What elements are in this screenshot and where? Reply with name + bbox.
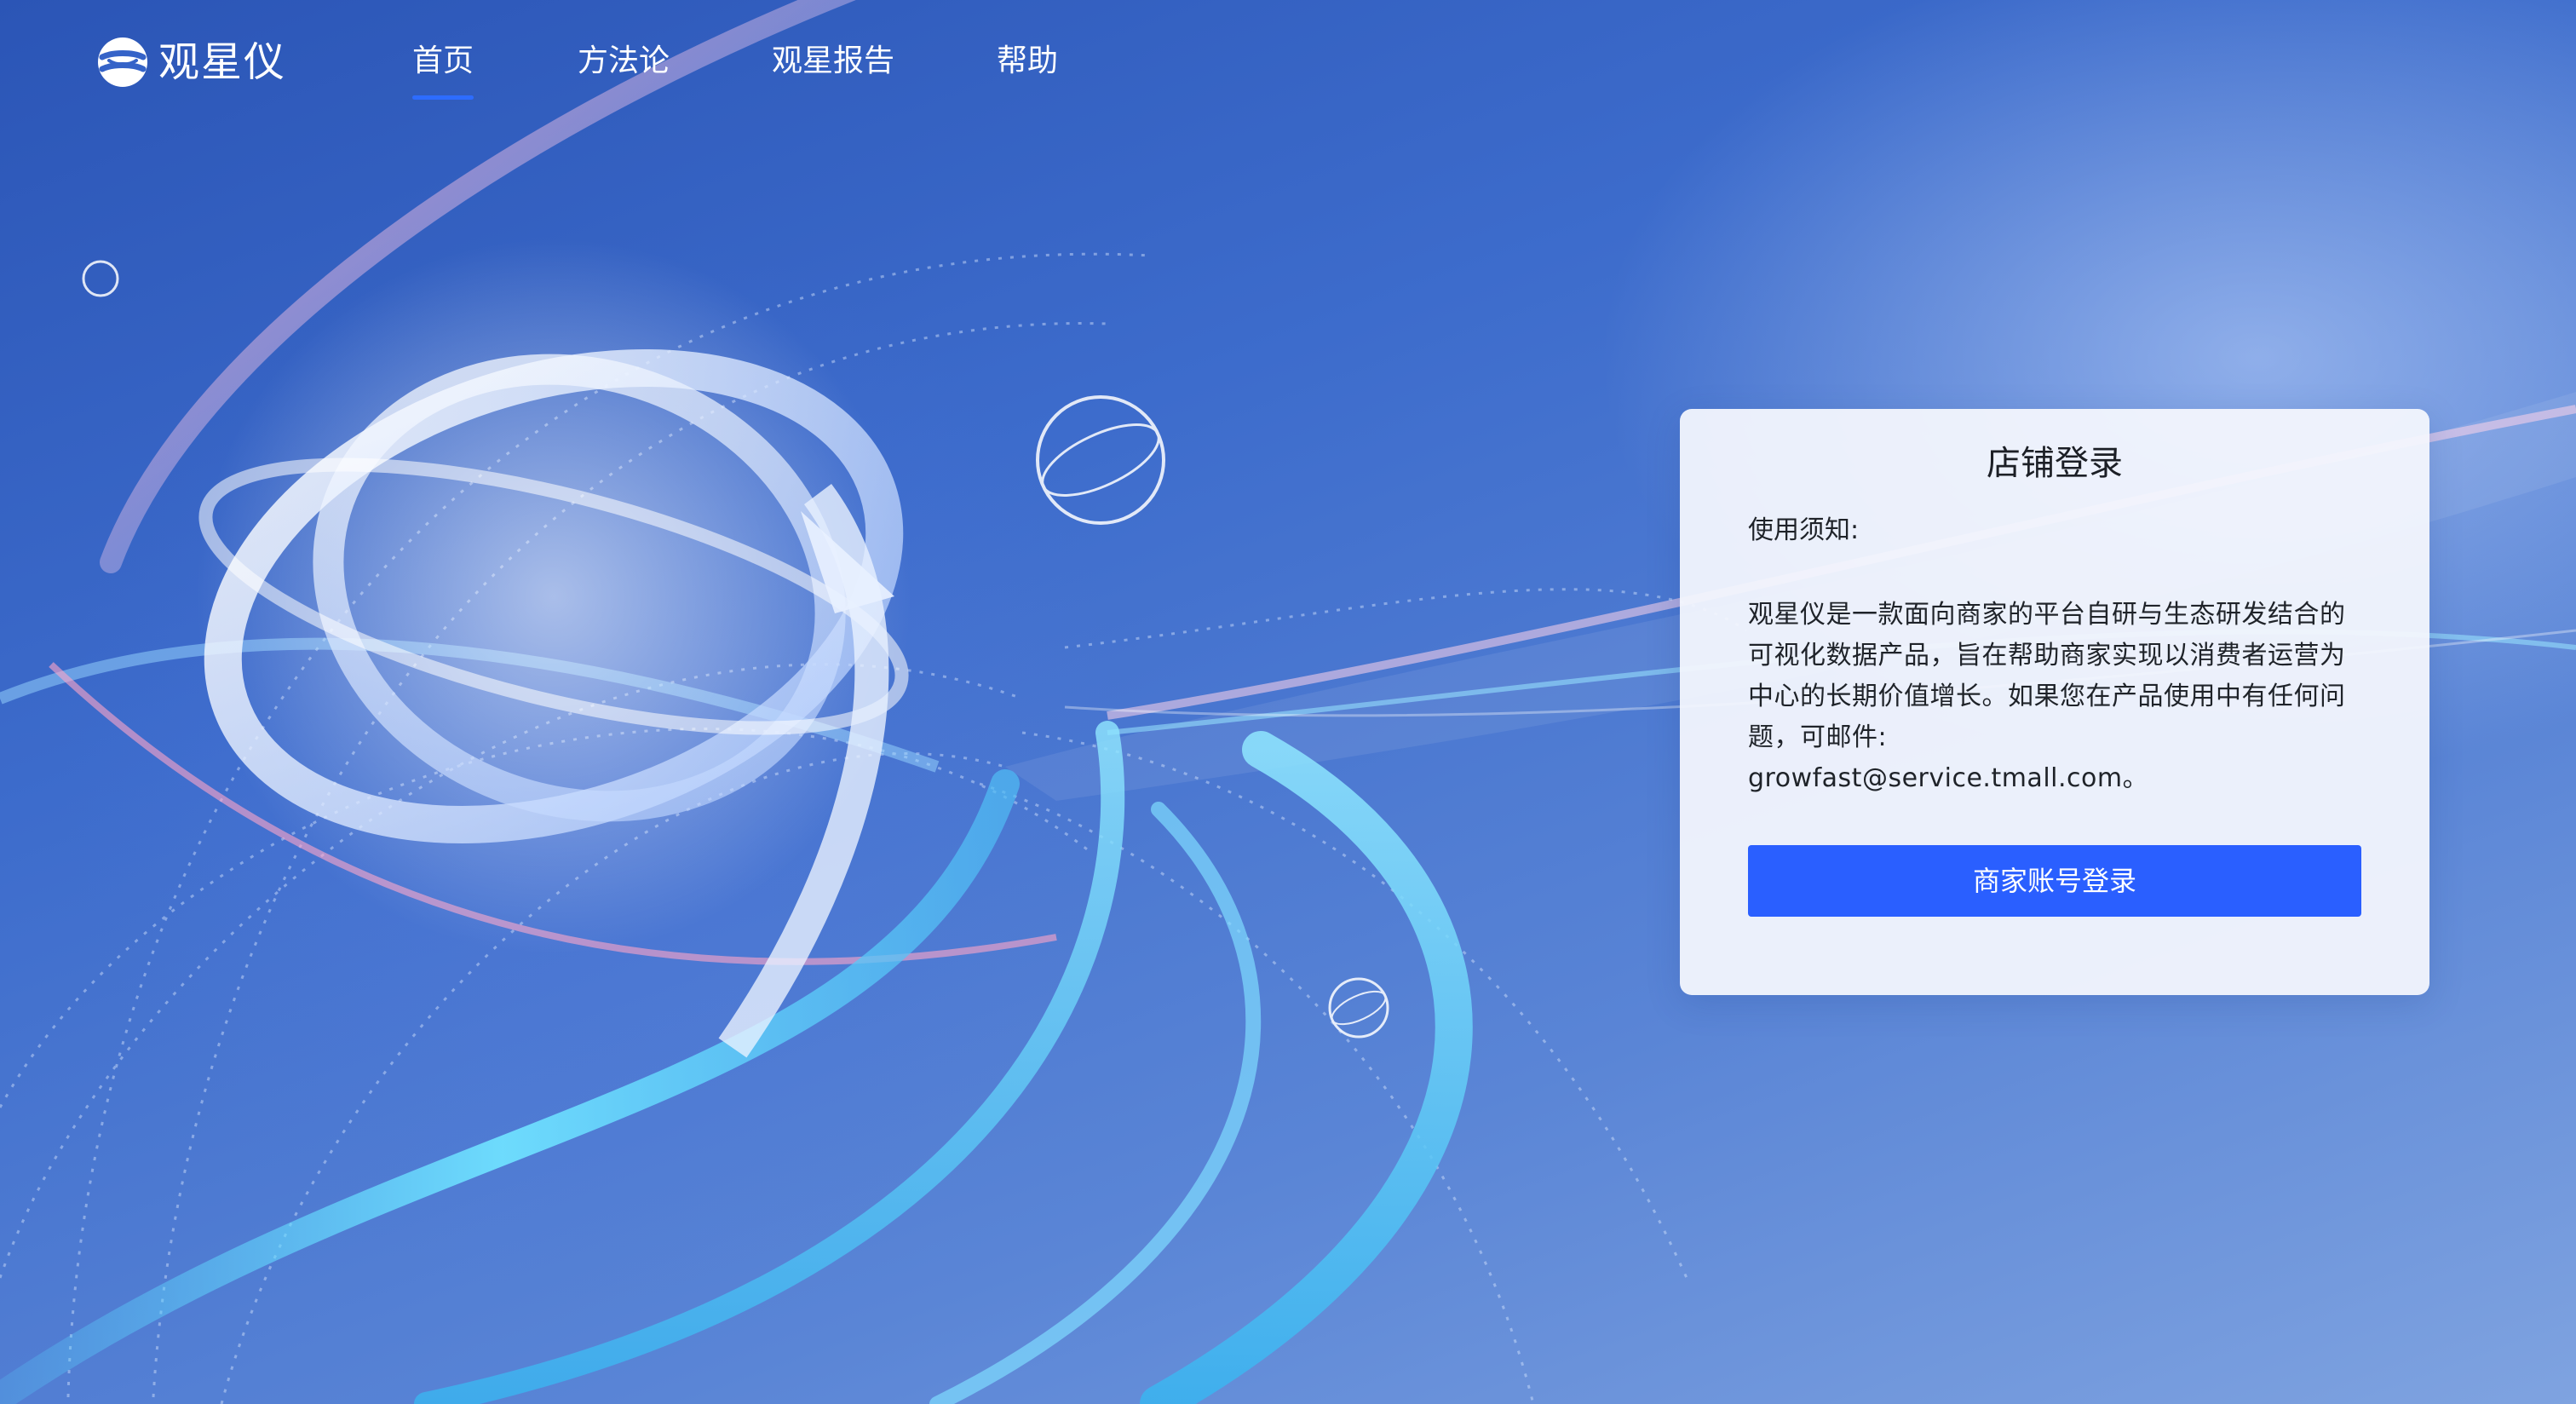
- card-title: 店铺登录: [1987, 444, 2123, 483]
- nav-item-label: 首页: [412, 43, 474, 78]
- nav-item-label: 方法论: [578, 43, 670, 78]
- nav-item-home[interactable]: 首页: [412, 34, 474, 102]
- description-text: 观星仪是一款面向商家的平台自研与生态研发结合的可视化数据产品，旨在帮助商家实现以…: [1748, 600, 2346, 752]
- product-description: 观星仪是一款面向商家的平台自研与生态研发结合的可视化数据产品，旨在帮助商家实现以…: [1748, 595, 2361, 799]
- top-navigation-bar: 观星仪 首页 方法论 观星报告 帮助: [0, 0, 2576, 128]
- nav-active-indicator: [412, 95, 474, 100]
- merchant-login-button[interactable]: 商家账号登录: [1748, 845, 2361, 917]
- nav-item-methodology[interactable]: 方法论: [578, 34, 670, 102]
- contact-email: growfast@service.tmall.com。: [1748, 763, 2149, 793]
- store-login-card: 店铺登录 使用须知: 观星仪是一款面向商家的平台自研与生态研发结合的可视化数据产…: [1680, 409, 2429, 995]
- brand-name: 观星仪: [158, 38, 287, 86]
- nav-item-label: 观星报告: [772, 43, 895, 78]
- globe-logo-icon: [98, 37, 147, 87]
- usage-notice-label: 使用须知:: [1748, 515, 1860, 545]
- landing-page: 观星仪 首页 方法论 观星报告 帮助 店铺登录 使用须知: 观星仪是一款面向商家…: [0, 0, 2576, 1404]
- nav-item-reports[interactable]: 观星报告: [772, 34, 894, 102]
- brand-logo[interactable]: 观星仪: [95, 34, 286, 90]
- nav-item-label: 帮助: [997, 43, 1059, 78]
- nav-item-help[interactable]: 帮助: [997, 34, 1058, 102]
